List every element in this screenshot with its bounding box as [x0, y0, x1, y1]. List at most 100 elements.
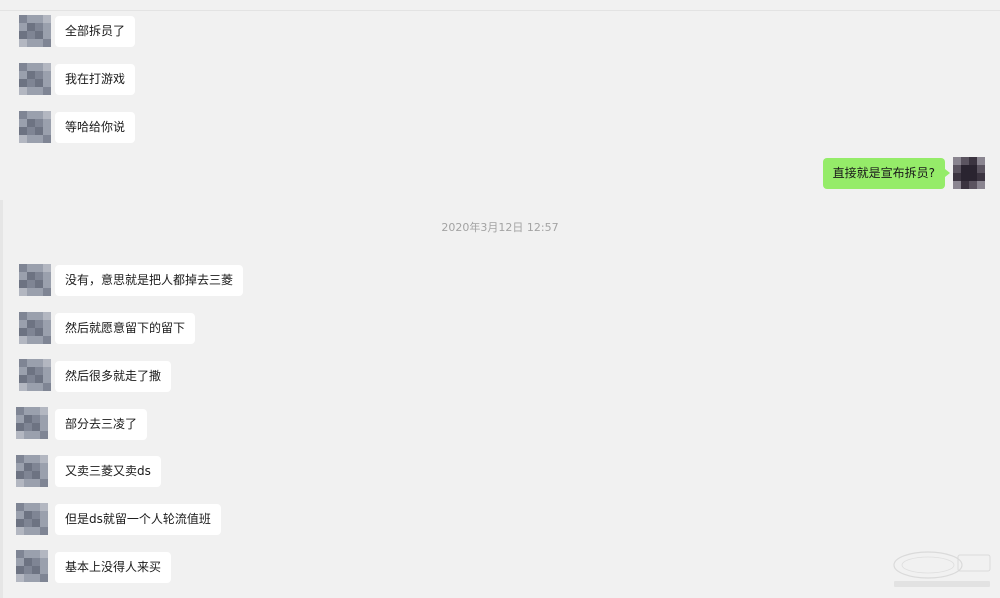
avatar-pixel — [19, 31, 27, 39]
avatar-pixel — [19, 375, 27, 383]
avatar-pixel — [40, 431, 48, 439]
sender-avatar-icon[interactable] — [19, 63, 51, 95]
avatar-pixel — [16, 431, 24, 439]
avatar-pixel — [40, 566, 48, 574]
avatar-pixel — [35, 367, 43, 375]
avatar-pixel — [43, 15, 51, 23]
avatar-pixel — [977, 157, 985, 165]
message-bubble-received[interactable]: 基本上没得人来买 — [55, 552, 172, 583]
avatar-pixel — [24, 511, 32, 519]
message-bubble-received[interactable]: 等哈给你说 — [55, 112, 136, 143]
message-bubble-received[interactable]: 但是ds就留一个人轮流值班 — [55, 504, 221, 535]
avatar-pixel — [24, 479, 32, 487]
avatar-pixel — [32, 550, 40, 558]
avatar-pixel — [27, 127, 35, 135]
avatar-pixel — [19, 111, 27, 119]
avatar-pixel — [43, 23, 51, 31]
avatar-pixel — [953, 181, 961, 189]
message-bubble-received[interactable]: 全部拆员了 — [55, 16, 136, 47]
avatar-pixel — [27, 336, 35, 344]
avatar-pixel — [16, 511, 24, 519]
message-bubble-received[interactable]: 没有，意思就是把人都掉去三菱 — [55, 265, 244, 296]
avatar-pixel — [19, 23, 27, 31]
avatar-pixel — [35, 375, 43, 383]
avatar-pixel — [16, 471, 24, 479]
avatar-pixel — [27, 111, 35, 119]
avatar-pixel — [35, 264, 43, 272]
avatar-pixel — [35, 23, 43, 31]
avatar-pixel — [961, 165, 969, 173]
avatar-pixel — [40, 511, 48, 519]
avatar-pixel — [40, 479, 48, 487]
avatar-pixel — [27, 328, 35, 336]
avatar-pixel — [969, 181, 977, 189]
sender-avatar-icon[interactable] — [19, 359, 51, 391]
avatar-pixel — [43, 320, 51, 328]
avatar-pixel — [961, 157, 969, 165]
message-bubble-sent[interactable]: 直接就是宣布拆员? — [822, 158, 951, 189]
avatar-pixel — [19, 288, 27, 296]
avatar-pixel — [32, 511, 40, 519]
avatar-pixel — [32, 407, 40, 415]
sender-avatar-icon[interactable] — [16, 455, 48, 487]
avatar-pixel — [32, 471, 40, 479]
avatar-pixel — [24, 415, 32, 423]
sender-avatar-icon[interactable] — [16, 503, 48, 535]
sender-avatar-icon[interactable] — [19, 15, 51, 47]
avatar-pixel — [24, 455, 32, 463]
avatar-pixel — [43, 87, 51, 95]
avatar-pixel — [35, 39, 43, 47]
avatar-pixel — [16, 574, 24, 582]
avatar-pixel — [32, 463, 40, 471]
sender-avatar-icon[interactable] — [19, 111, 51, 143]
avatar-pixel — [19, 15, 27, 23]
message-bubble-received[interactable]: 然后很多就走了撒 — [55, 361, 172, 392]
avatar-pixel — [32, 519, 40, 527]
avatar-pixel — [35, 71, 43, 79]
avatar-pixel — [16, 519, 24, 527]
avatar-pixel — [43, 312, 51, 320]
avatar-pixel — [40, 574, 48, 582]
avatar-pixel — [19, 79, 27, 87]
avatar-pixel — [40, 527, 48, 535]
window-top-divider — [0, 10, 1000, 11]
message-bubble-received[interactable]: 我在打游戏 — [55, 64, 136, 95]
avatar-pixel — [27, 71, 35, 79]
sender-avatar-icon[interactable] — [16, 407, 48, 439]
avatar-pixel — [43, 71, 51, 79]
message-bubble-received[interactable]: 部分去三凌了 — [55, 409, 148, 440]
avatar-pixel — [24, 574, 32, 582]
avatar-pixel — [27, 23, 35, 31]
avatar-pixel — [969, 157, 977, 165]
avatar-pixel — [27, 383, 35, 391]
my-avatar-icon[interactable] — [953, 157, 985, 189]
avatar-pixel — [40, 407, 48, 415]
avatar-pixel — [19, 63, 27, 71]
avatar-pixel — [40, 519, 48, 527]
avatar-pixel — [27, 15, 35, 23]
avatar-pixel — [35, 111, 43, 119]
avatar-pixel — [24, 471, 32, 479]
avatar-pixel — [19, 39, 27, 47]
avatar-pixel — [32, 566, 40, 574]
avatar-pixel — [953, 157, 961, 165]
avatar-pixel — [40, 463, 48, 471]
avatar-pixel — [27, 312, 35, 320]
sender-avatar-icon[interactable] — [19, 264, 51, 296]
avatar-pixel — [35, 359, 43, 367]
avatar-pixel — [16, 423, 24, 431]
avatar-pixel — [19, 383, 27, 391]
sender-avatar-icon[interactable] — [19, 312, 51, 344]
avatar-pixel — [35, 79, 43, 87]
message-bubble-received[interactable]: 又卖三菱又卖ds — [55, 456, 161, 487]
avatar-pixel — [27, 119, 35, 127]
avatar-pixel — [19, 119, 27, 127]
avatar-pixel — [16, 415, 24, 423]
avatar-pixel — [40, 415, 48, 423]
avatar-pixel — [43, 328, 51, 336]
window-left-edge — [0, 200, 3, 598]
sender-avatar-icon[interactable] — [16, 550, 48, 582]
avatar-pixel — [24, 431, 32, 439]
avatar-pixel — [19, 87, 27, 95]
message-bubble-received[interactable]: 然后就愿意留下的留下 — [55, 313, 196, 344]
